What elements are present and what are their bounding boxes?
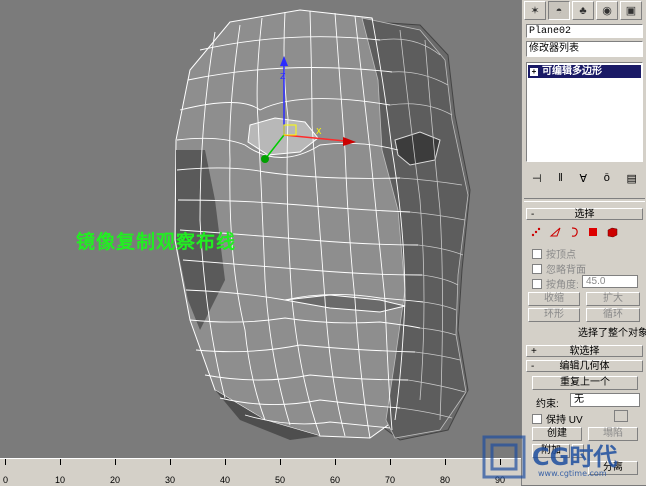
timeline-label: 20 [110,475,121,485]
svg-text:Z: Z [280,72,286,81]
soft-selection-rollout-header[interactable]: + 软选择 [526,345,643,357]
edit-geometry-rollout-header[interactable]: - 编辑几何体 [526,360,643,372]
checkbox-box [532,413,542,424]
by-vertex-label: 按顶点 [546,250,576,261]
preserve-uv-checkbox[interactable]: 保持 UV [532,411,583,426]
timeline-label: 80 [440,475,451,485]
object-name-field[interactable]: Plane02 [526,24,643,38]
selection-status: 选择了整个对象 [578,328,646,339]
hierarchy-icon[interactable]: ♣ [572,1,594,20]
modifier-stack[interactable]: + 可编辑多边形 [526,62,643,162]
selection-rollout-header[interactable]: - 选择 [526,208,643,220]
rollout-title: 软选择 [569,346,600,357]
command-panel: ✶ ◓ ♣ ◉ ▣ Plane02 修改器列表 + 可编辑多边形 ⊣ ‖ ∀ ō… [521,0,646,485]
display-icon[interactable]: ▣ [620,1,642,20]
annotation-text: 镜像复制观察布线 [76,231,237,253]
timeline-ruler[interactable]: 0 10 20 30 40 50 60 70 80 90 [0,458,521,486]
checkbox-box [532,248,542,259]
checkbox-box [532,278,542,289]
loop-button[interactable]: 循环 [586,308,640,322]
ring-button[interactable]: 环形 [528,308,580,322]
stack-item-editable-poly[interactable]: + 可编辑多边形 [528,65,641,78]
preserve-uv-label: 保持 UV [546,415,583,426]
expand-icon[interactable]: + [530,67,538,76]
svg-text:X: X [316,127,322,136]
timeline-label: 30 [165,475,176,485]
show-end-result-icon[interactable]: ‖ [558,172,563,184]
stack-item-label: 可编辑多边形 [542,66,602,77]
ignore-backfacing-label: 忽略背面 [546,265,586,276]
create-icon[interactable]: ✶ [524,1,546,20]
timeline-label: 10 [55,475,66,485]
polygon-icon[interactable] [587,226,599,238]
stack-toolbar: ⊣ ‖ ∀ ō ▤ [526,168,643,188]
modify-icon[interactable]: ◓ [548,1,570,20]
rollout-title: 编辑几何体 [559,361,610,372]
element-icon[interactable] [606,226,618,238]
cg-logo-icon [482,435,526,479]
grow-button[interactable]: 扩大 [586,292,640,306]
constraints-label: 约束: [536,399,559,410]
preserve-uv-settings-icon[interactable] [614,410,628,422]
timeline-label: 40 [220,475,231,485]
rollout-title: 选择 [574,209,595,220]
subobject-icons [530,226,618,238]
configure-sets-icon[interactable]: ▤ [627,172,637,185]
constraints-value: 无 [574,394,584,405]
repeat-last-button[interactable]: 重复上一个 [532,376,638,390]
timeline-label: 50 [275,475,286,485]
edge-icon[interactable] [549,226,561,238]
by-vertex-checkbox[interactable]: 按顶点 [532,246,576,261]
watermark-subtext: www.cgtime.com [538,469,607,478]
make-unique-icon[interactable]: ∀ [580,172,588,185]
by-angle-label: 按角度: [546,280,579,291]
timeline-label: 70 [385,475,396,485]
collapse-icon: - [531,209,535,220]
collapse-icon: - [531,361,535,372]
remove-modifier-icon[interactable]: ō [604,172,610,184]
watermark-text: CG时代 [532,443,618,471]
perspective-viewport[interactable]: Z X 镜像复制观察布线 [0,0,521,458]
checkbox-box [532,263,542,274]
ignore-backfacing-checkbox[interactable]: 忽略背面 [532,261,586,276]
pin-stack-icon[interactable]: ⊣ [532,172,542,185]
modifier-list-label: 修改器列表 [529,43,579,54]
expand-icon: + [531,346,537,357]
motion-icon[interactable]: ◉ [596,1,618,20]
command-panel-tabs: ✶ ◓ ♣ ◉ ▣ [522,0,646,20]
by-angle-checkbox[interactable]: 按角度: [532,276,579,291]
watermark-logo: CG时代 www.cgtime.com [478,425,646,485]
timeline-label: 60 [330,475,341,485]
angle-spinner[interactable]: 45.0 [582,275,638,288]
border-icon[interactable] [568,226,580,238]
constraints-dropdown[interactable]: 无 [570,393,640,407]
timeline-label: 0 [3,475,9,485]
vertex-icon[interactable] [530,226,542,238]
modifier-list-dropdown[interactable]: 修改器列表 [526,41,643,57]
shrink-button[interactable]: 收缩 [528,292,580,306]
divider [524,198,645,202]
